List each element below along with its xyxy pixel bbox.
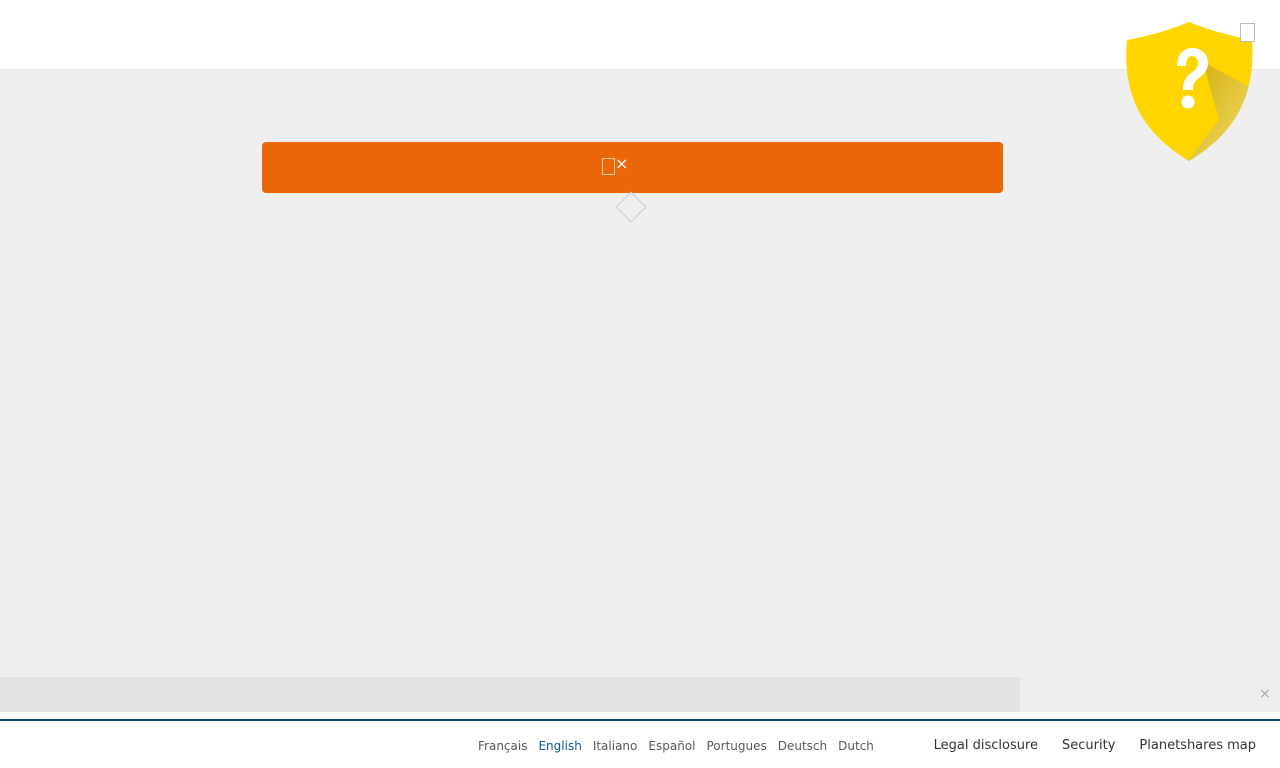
notice-strip: × [0,677,1280,712]
banner-image-placeholder-icon [602,158,615,175]
language-francais[interactable]: Français [478,738,527,754]
image-placeholder-icon[interactable] [1240,23,1255,42]
language-deutsch[interactable]: Deutsch [778,738,827,754]
footer-links: Legal disclosure Security Planetshares m… [934,737,1256,754]
notice-close-icon[interactable]: × [1259,685,1271,703]
language-italiano[interactable]: Italiano [593,738,638,754]
top-header [0,0,1280,70]
banner-close-icon[interactable]: × [615,154,628,174]
footer: Français English Italiano Español Portug… [0,719,1280,768]
shield-question-icon[interactable] [1124,20,1255,163]
language-english[interactable]: English [538,738,581,754]
language-dutch[interactable]: Dutch [838,738,874,754]
loading-diamond-icon [615,191,647,223]
main-content: × [0,70,1280,677]
alert-banner: × [262,142,1003,193]
language-portugues[interactable]: Portugues [706,738,766,754]
language-selector: Français English Italiano Español Portug… [478,738,874,754]
security-link[interactable]: Security [1062,737,1115,754]
language-espanol[interactable]: Español [648,738,695,754]
planetshares-map-link[interactable]: Planetshares map [1139,737,1256,754]
legal-disclosure-link[interactable]: Legal disclosure [934,737,1038,754]
page: × × Français English Italiano Español Po… [0,0,1280,768]
